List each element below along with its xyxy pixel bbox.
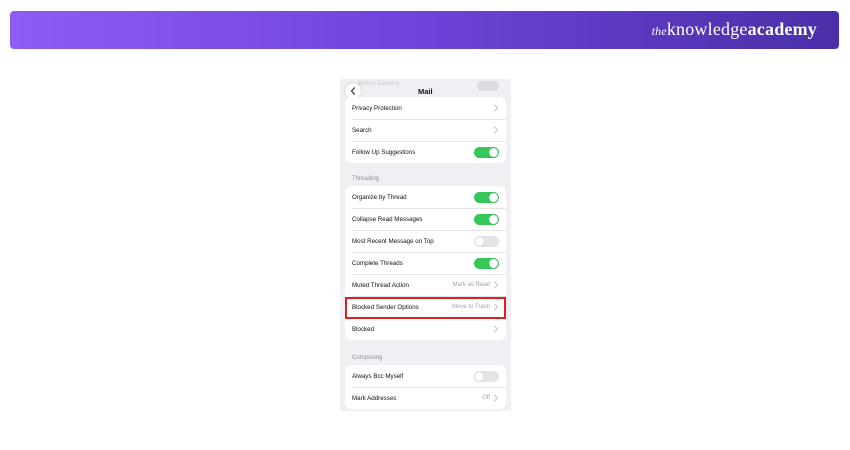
toggle-knob xyxy=(489,147,498,157)
phone-screenshot: Before Deleting Mail Privacy Protection S… xyxy=(340,79,511,411)
row-value: Off xyxy=(482,395,490,401)
row-label: Complete Threads xyxy=(352,259,403,267)
row-label: Collapse Read Messages xyxy=(352,215,423,223)
row-label: Follow Up Suggestions xyxy=(352,148,416,156)
toggle-switch[interactable] xyxy=(474,213,499,225)
toggle-knob xyxy=(475,371,484,381)
toggle-knob xyxy=(489,192,498,202)
settings-row-muted-thread-action[interactable]: Muted Thread Action Mark as Read xyxy=(345,274,506,296)
settings-row-collapse-read-messages[interactable]: Collapse Read Messages xyxy=(345,208,506,230)
settings-group-general: Privacy Protection Search Follow Up Sugges… xyxy=(345,97,506,163)
row-value: Move to Trash xyxy=(451,304,490,310)
chevron-right-icon xyxy=(494,104,499,112)
page-title: Mail xyxy=(418,87,433,96)
row-label: Blocked Sender Options xyxy=(352,303,419,311)
row-label: Most Recent Message on Top xyxy=(352,237,434,245)
settings-row-organize-by-thread[interactable]: Organize by Thread xyxy=(345,186,506,208)
chevron-right-icon xyxy=(494,281,499,289)
settings-row-blocked[interactable]: Blocked xyxy=(345,318,506,340)
chevron-left-icon xyxy=(350,87,356,95)
row-label: Blocked xyxy=(352,325,375,333)
toggle-switch[interactable] xyxy=(474,191,499,203)
toggle-switch[interactable] xyxy=(474,257,499,269)
settings-group-threading: Organize by Thread Collapse Read Messages… xyxy=(345,186,506,340)
section-header-threading: Threading xyxy=(352,176,380,182)
row-label: Privacy Protection xyxy=(352,104,402,112)
settings-row-blocked-sender-options[interactable]: Blocked Sender Options Move to Trash xyxy=(345,296,506,318)
settings-group-composing: Always Bcc Myself Mark Addresses Off xyxy=(345,365,506,409)
settings-row-most-recent-message-on-top[interactable]: Most Recent Message on Top xyxy=(345,230,506,252)
toggle-switch[interactable] xyxy=(474,235,499,247)
settings-row-follow-up-suggestions[interactable]: Follow Up Suggestions xyxy=(345,141,506,163)
toggle-switch[interactable] xyxy=(474,370,499,382)
section-header-composing: Composing xyxy=(352,355,383,361)
row-label: Search xyxy=(352,126,372,134)
settings-row-always-bcc-myself[interactable]: Always Bcc Myself xyxy=(345,365,506,387)
chevron-right-icon xyxy=(494,126,499,134)
chevron-right-icon xyxy=(494,303,499,311)
toggle-knob xyxy=(489,258,498,268)
row-label: Organize by Thread xyxy=(352,193,407,201)
toggle-knob xyxy=(475,236,484,246)
scrolled-row-label: Before Deleting xyxy=(358,81,400,87)
toggle-switch[interactable] xyxy=(474,146,499,158)
chevron-right-icon xyxy=(494,325,499,333)
settings-row-mark-addresses[interactable]: Mark Addresses Off xyxy=(345,387,506,409)
chevron-right-icon xyxy=(494,394,499,402)
scrolled-row-toggle xyxy=(477,81,499,91)
row-label: Mark Addresses xyxy=(352,394,397,402)
row-value: Mark as Read xyxy=(452,282,490,288)
settings-row-complete-threads[interactable]: Complete Threads xyxy=(345,252,506,274)
brand-logo: theknowledgeacademy xyxy=(651,19,817,39)
settings-row-privacy-protection[interactable]: Privacy Protection xyxy=(345,97,506,119)
toggle-knob xyxy=(489,214,498,224)
header-banner: theknowledgeacademy xyxy=(10,11,839,49)
row-label: Always Bcc Myself xyxy=(352,372,404,380)
settings-row-search[interactable]: Search xyxy=(345,119,506,141)
row-label: Muted Thread Action xyxy=(352,281,409,289)
